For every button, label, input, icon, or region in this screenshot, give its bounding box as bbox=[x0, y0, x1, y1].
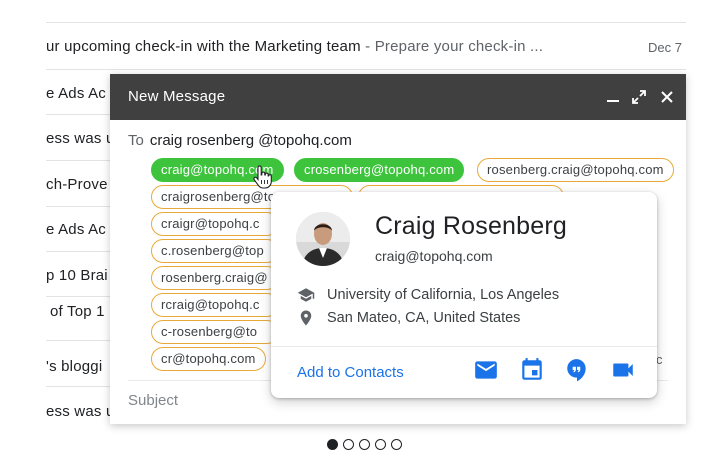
inbox-row-2[interactable]: e Ads Ac bbox=[46, 85, 106, 102]
expand-icon[interactable] bbox=[630, 88, 648, 106]
recipient-chip[interactable]: rcraig@topohq.c bbox=[151, 293, 279, 317]
inbox-row-subject: ur upcoming check-in with the Marketing … bbox=[46, 38, 361, 55]
contact-email: craig@topohq.com bbox=[375, 248, 493, 264]
inbox-row-4[interactable]: ch-Prove bbox=[46, 176, 108, 193]
close-icon[interactable] bbox=[658, 88, 676, 106]
calendar-icon[interactable] bbox=[519, 357, 545, 383]
pagination-dot-5[interactable] bbox=[391, 439, 402, 450]
inbox-divider bbox=[46, 69, 686, 70]
to-input[interactable]: craig rosenberg @topohq.com bbox=[150, 132, 352, 149]
contact-location-text: San Mateo, CA, United States bbox=[327, 310, 521, 326]
compose-header: New Message bbox=[110, 74, 686, 120]
avatar bbox=[296, 212, 350, 266]
pagination-dot-2[interactable] bbox=[343, 439, 354, 450]
recipient-chip[interactable]: rosenberg.craig@topohq.com bbox=[477, 158, 674, 182]
contact-card: Craig Rosenberg craig@topohq.com Univers… bbox=[271, 192, 657, 398]
to-label: To bbox=[128, 132, 144, 149]
mail-icon[interactable] bbox=[473, 357, 499, 383]
recipient-chip[interactable]: c.rosenberg@top bbox=[151, 239, 279, 263]
recipient-chip[interactable]: rosenberg.craig@ bbox=[151, 266, 279, 290]
pagination-dot-3[interactable] bbox=[359, 439, 370, 450]
pagination-dot-4[interactable] bbox=[375, 439, 386, 450]
recipient-chip[interactable]: craigr@topohq.c bbox=[151, 212, 279, 236]
inbox-row-3[interactable]: ess was u bbox=[46, 130, 115, 147]
video-call-icon[interactable] bbox=[610, 357, 636, 383]
hangouts-icon[interactable] bbox=[564, 357, 590, 383]
add-to-contacts-link[interactable]: Add to Contacts bbox=[297, 364, 404, 381]
hand-cursor-icon bbox=[253, 165, 272, 189]
inbox-row-snippet: - Prepare your check-in ... bbox=[360, 38, 544, 55]
inbox-row-9[interactable]: ess was u bbox=[46, 403, 115, 420]
school-icon bbox=[297, 288, 315, 302]
inbox-row-5[interactable]: e Ads Ac bbox=[46, 221, 106, 238]
location-pin-icon bbox=[300, 310, 312, 326]
contact-name: Craig Rosenberg bbox=[375, 212, 567, 240]
contact-education-text: University of California, Los Angeles bbox=[327, 287, 560, 303]
compose-title: New Message bbox=[128, 88, 226, 105]
pagination-dot-1[interactable] bbox=[327, 439, 338, 450]
inbox-row-1[interactable]: ur upcoming check-in with the Marketing … bbox=[46, 38, 543, 55]
to-field[interactable]: To craig rosenberg @topohq.com bbox=[128, 132, 352, 149]
subject-input[interactable]: Subject bbox=[128, 392, 178, 409]
card-divider bbox=[271, 346, 657, 347]
recipient-chip[interactable]: crosenberg@topohq.com bbox=[294, 158, 465, 182]
inbox-row-7[interactable]: of Top 1 bbox=[50, 303, 105, 320]
inbox-row-8[interactable]: 's bloggi bbox=[46, 358, 102, 375]
inbox-row-date: Dec 7 bbox=[648, 40, 682, 55]
minimize-icon[interactable] bbox=[604, 88, 622, 106]
recipient-chip[interactable]: cr@topohq.com bbox=[151, 347, 266, 371]
recipient-chip[interactable]: c-rosenberg@to bbox=[151, 320, 279, 344]
inbox-divider bbox=[46, 22, 686, 23]
inbox-row-6[interactable]: p 10 Brai bbox=[46, 267, 108, 284]
